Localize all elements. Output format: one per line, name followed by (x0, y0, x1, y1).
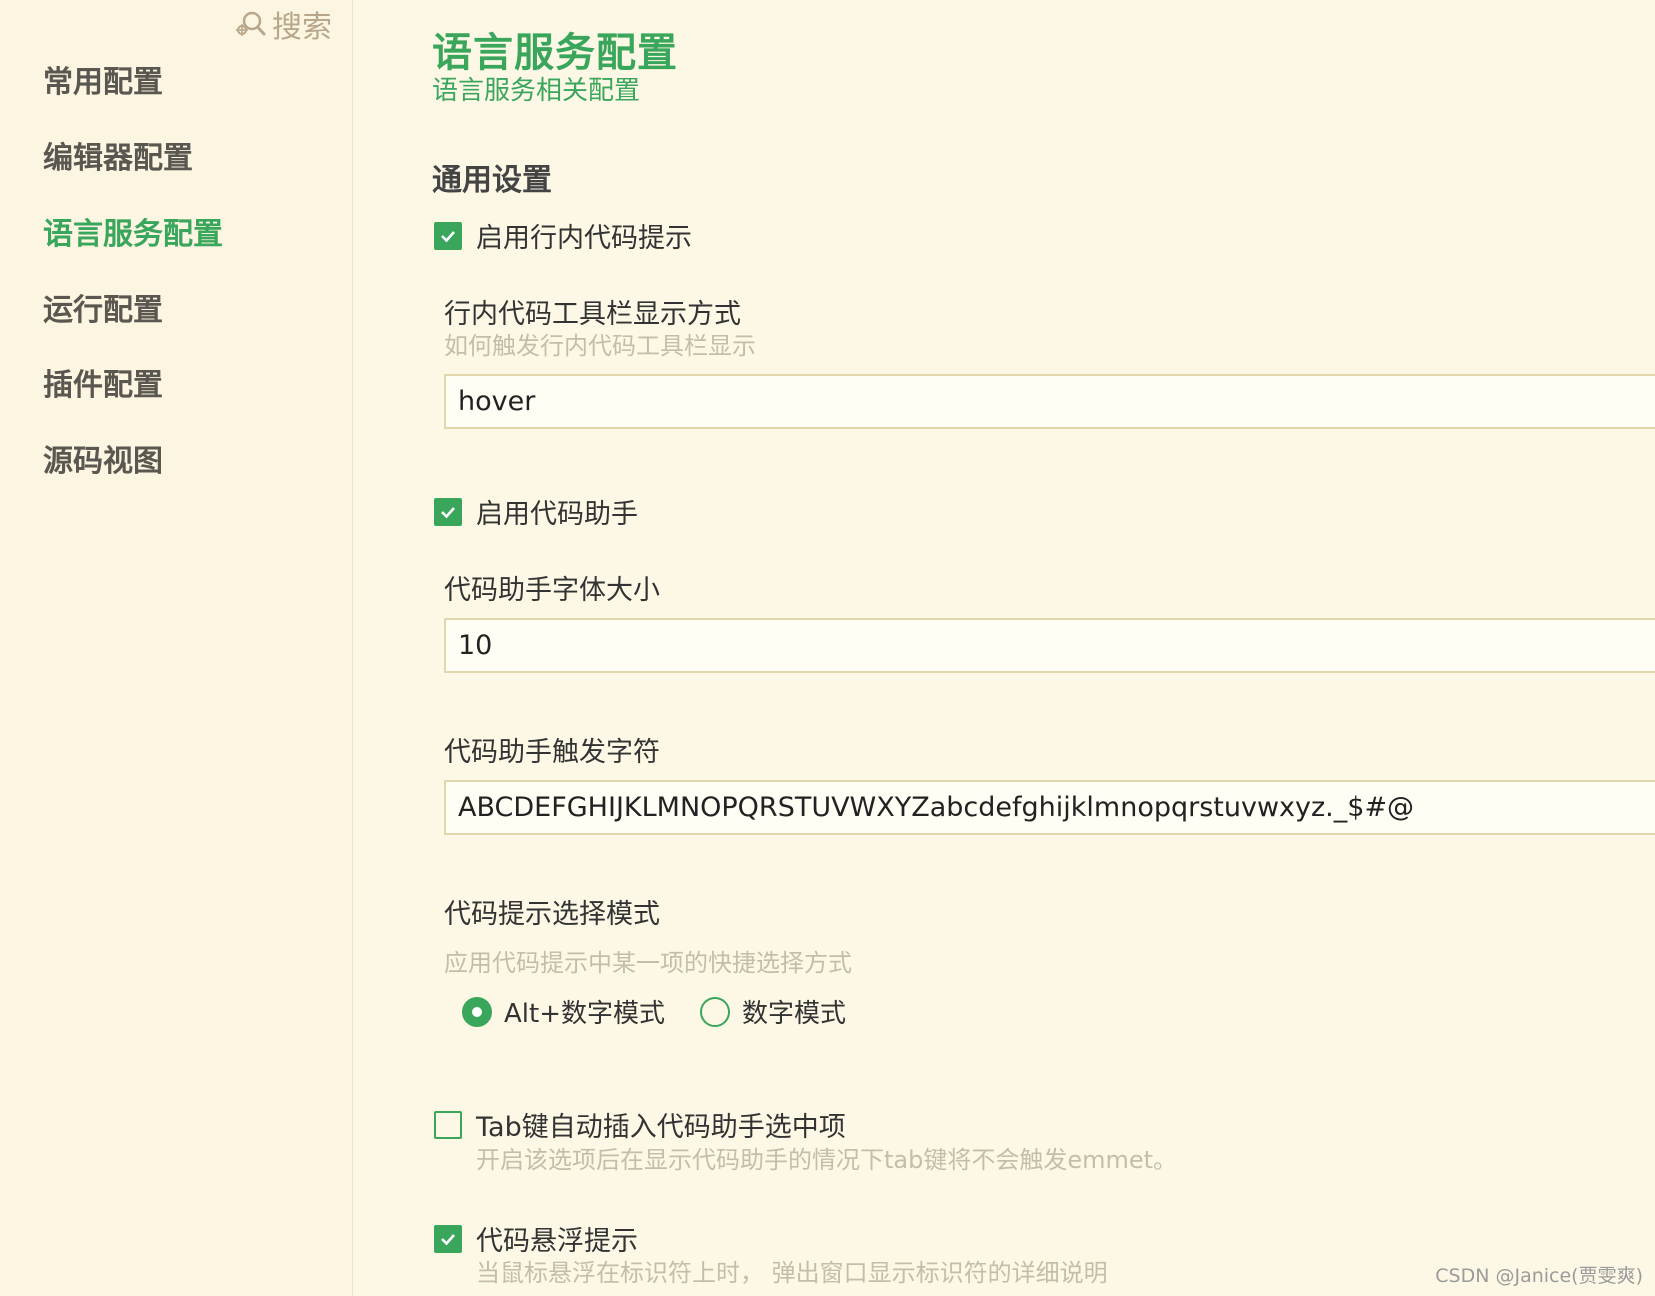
search-icon (236, 11, 266, 36)
sidebar-item-plugins[interactable]: 插件配置 (43, 360, 163, 404)
inline-toolbar-description: 如何触发行内代码工具栏显示 (444, 332, 756, 360)
assist-trigger-chars-value: ABCDEFGHIJKLMNOPQRSTUVWXYZabcdefghijklmn… (458, 792, 1415, 823)
check-icon (441, 1233, 455, 1245)
assist-font-size-value: 10 (458, 630, 493, 661)
tab-insert-label: Tab键自动插入代码助手选中项 (476, 1112, 846, 1143)
radio-number-mode[interactable]: 数字模式 (700, 993, 846, 1030)
watermark: CSDN @Janice(贾雯爽) (1435, 1265, 1643, 1287)
radio-number-label: 数字模式 (742, 999, 847, 1029)
radio-number-indicator[interactable] (700, 996, 730, 1027)
code-assist-label: 启用代码助手 (476, 499, 638, 530)
hint-select-mode-label: 代码提示选择模式 (444, 899, 660, 930)
sidebar-item-editor[interactable]: 编辑器配置 (43, 133, 193, 177)
code-assist-option[interactable]: 启用代码助手 (434, 492, 638, 531)
sidebar-item-source-view[interactable]: 源码视图 (43, 436, 163, 480)
inline-hint-label: 启用行内代码提示 (476, 223, 692, 254)
assist-font-size-label: 代码助手字体大小 (444, 575, 660, 606)
code-assist-checkbox[interactable] (434, 497, 462, 526)
radio-alt-number-label: Alt+数字模式 (504, 999, 665, 1029)
settings-panel: 语言服务配置 语言服务相关配置 通用设置 启用行内代码提示 行内代码工具栏显示方… (352, 0, 1655, 1296)
sidebar-item-run[interactable]: 运行配置 (43, 285, 163, 329)
inline-hint-option[interactable]: 启用行内代码提示 (434, 216, 692, 255)
sidebar-item-language-service[interactable]: 语言服务配置 (43, 209, 223, 253)
tab-insert-checkbox[interactable] (434, 1110, 462, 1139)
hover-hint-checkbox[interactable] (434, 1224, 462, 1253)
assist-trigger-chars-label: 代码助手触发字符 (444, 737, 660, 768)
hint-select-mode-description: 应用代码提示中某一项的快捷选择方式 (444, 949, 852, 977)
tab-insert-option[interactable]: Tab键自动插入代码助手选中项 (434, 1105, 846, 1144)
search-label: 搜索 (272, 10, 332, 45)
assist-font-size-input[interactable]: 10 (444, 618, 1655, 673)
radio-alt-number-mode[interactable]: Alt+数字模式 (462, 993, 665, 1030)
section-title: 通用设置 (432, 163, 552, 198)
radio-dot (472, 1006, 482, 1017)
sidebar-item-common[interactable]: 常用配置 (43, 57, 163, 101)
check-icon (441, 506, 455, 518)
check-icon (441, 230, 455, 242)
page-subtitle: 语言服务相关配置 (432, 76, 641, 106)
hover-hint-description: 当鼠标悬浮在标识符上时， 弹出窗口显示标识符的详细说明 (476, 1259, 1108, 1287)
tab-insert-description: 开启该选项后在显示代码助手的情况下tab键将不会触发emmet。 (476, 1146, 1178, 1174)
inline-hint-checkbox[interactable] (434, 221, 462, 250)
inline-toolbar-value: hover (458, 386, 536, 417)
search-button[interactable]: 搜索 (234, 2, 332, 46)
radio-alt-number-indicator[interactable] (462, 996, 492, 1027)
assist-trigger-chars-input[interactable]: ABCDEFGHIJKLMNOPQRSTUVWXYZabcdefghijklmn… (444, 780, 1655, 835)
inline-toolbar-input[interactable]: hover (444, 374, 1655, 429)
sidebar: 搜索 常用配置 编辑器配置 语言服务配置 运行配置 插件配置 源码视图 (0, 0, 353, 1296)
